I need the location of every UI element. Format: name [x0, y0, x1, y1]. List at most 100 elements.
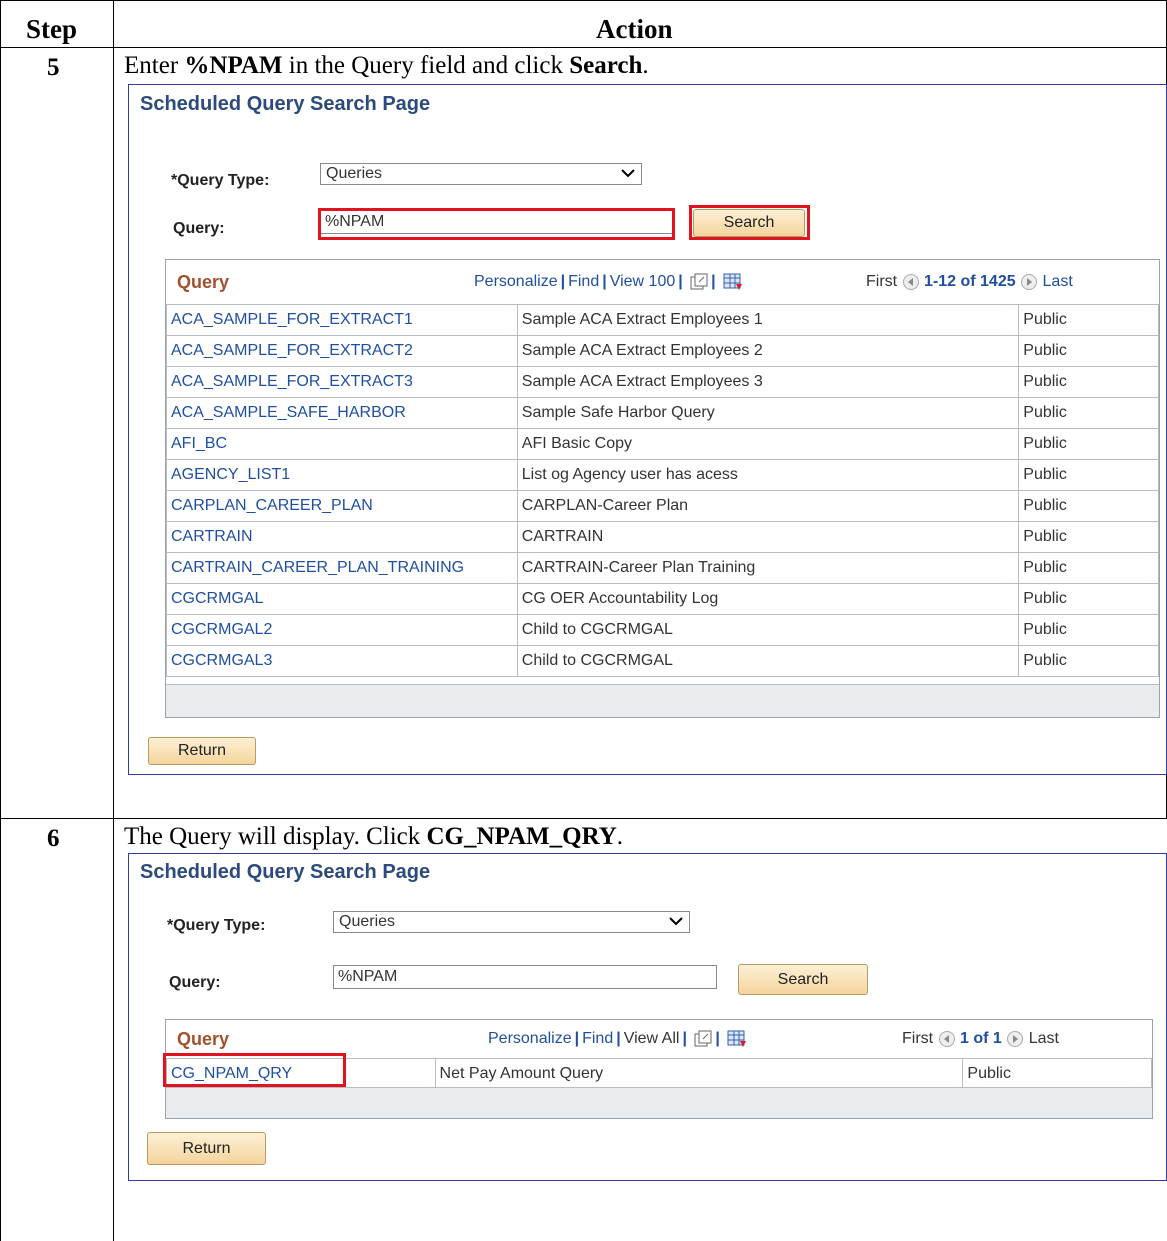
row-divider [0, 818, 1167, 819]
query-access: Public [1018, 397, 1159, 429]
query-description: List og Agency user has acess [516, 459, 1020, 491]
row-range: 1 of 1 [960, 1030, 1002, 1048]
query-label: Query: [173, 220, 225, 237]
query-name-link[interactable]: ACA_SAMPLE_FOR_EXTRACT1 [166, 304, 518, 336]
query-input[interactable]: %NPAM [320, 210, 673, 234]
query-description: Sample ACA Extract Employees 1 [516, 304, 1020, 336]
table-row: CGCRMGAL3 Child to CGCRMGAL Public [166, 645, 1159, 677]
grid-pagination: First 1-12 of 1425 Last [866, 273, 1073, 291]
first-link[interactable]: First [866, 273, 897, 290]
query-description: Child to CGCRMGAL [516, 614, 1020, 646]
query-results-grid: Query Personalize | Find | View All | | First… [165, 1019, 1153, 1119]
query-access: Public [1018, 583, 1159, 615]
query-name-link[interactable]: CARTRAIN [166, 521, 518, 553]
procedure-table: Step Action 5 Enter %NPAM in the Query f… [0, 0, 1167, 1241]
query-description: CARPLAN-Career Plan [516, 490, 1020, 522]
screenshot-panel: Scheduled Query Search Page *Query Type:… [128, 853, 1167, 1181]
table-row: CGCRMGAL CG OER Accountability Log Public [166, 583, 1159, 615]
table-row: CG_NPAM_QRY Net Pay Amount Query Public [166, 1058, 1152, 1090]
query-description: Child to CGCRMGAL [516, 645, 1020, 677]
query-name-link[interactable]: ACA_SAMPLE_FOR_EXTRACT2 [166, 335, 518, 367]
query-type-value: Queries [339, 913, 396, 930]
query-label: Query: [169, 974, 221, 991]
row-range: 1-12 of 1425 [924, 273, 1016, 291]
grid-footer [166, 1087, 1152, 1118]
previous-icon[interactable] [938, 1030, 956, 1048]
table-border-left [0, 0, 1, 1241]
query-name-link[interactable]: CG_NPAM_QRY [166, 1058, 436, 1090]
query-name-link[interactable]: AFI_BC [166, 428, 518, 460]
previous-icon[interactable] [902, 273, 920, 291]
query-name-link[interactable]: CGCRMGAL2 [166, 614, 518, 646]
query-access: Public [1018, 521, 1159, 553]
step-instruction: The Query will display. Click CG_NPAM_QR… [124, 823, 624, 850]
last-link[interactable]: Last [1029, 1030, 1059, 1047]
table-row: CARPLAN_CAREER_PLAN CARPLAN-Career Plan Pu… [166, 490, 1159, 522]
header-action: Action [596, 14, 673, 44]
return-button[interactable]: Return [148, 737, 256, 765]
personalize-link[interactable]: Personalize [474, 273, 558, 290]
query-access: Public [1018, 366, 1159, 398]
table-row: ACA_SAMPLE_FOR_EXTRACT1 Sample ACA Extrac… [166, 304, 1159, 336]
query-description: AFI Basic Copy [516, 428, 1020, 460]
new-window-icon[interactable] [694, 1030, 712, 1048]
grid-pagination: First 1 of 1 Last [902, 1030, 1059, 1048]
query-description: CG OER Accountability Log [516, 583, 1020, 615]
view-link[interactable]: View 100 [610, 273, 676, 290]
query-name-link[interactable]: CGCRMGAL [166, 583, 518, 615]
find-link[interactable]: Find [582, 1030, 613, 1047]
return-button[interactable]: Return [147, 1132, 266, 1165]
query-type-value: Queries [326, 165, 383, 182]
personalize-link[interactable]: Personalize [488, 1030, 572, 1047]
grid-footer [166, 684, 1159, 717]
table-row: CARTRAIN_CAREER_PLAN_TRAINING CARTRAIN-Ca… [166, 552, 1159, 584]
table-row: AGENCY_LIST1 List og Agency user has aces… [166, 459, 1159, 491]
query-access: Public [1018, 552, 1159, 584]
query-name-link[interactable]: ACA_SAMPLE_FOR_EXTRACT3 [166, 366, 518, 398]
query-access: Public [1018, 459, 1159, 491]
query-type-label: *Query Type: [171, 172, 270, 189]
query-access: Public [1018, 645, 1159, 677]
query-name-link[interactable]: CGCRMGAL3 [166, 645, 518, 677]
new-window-icon[interactable] [690, 273, 708, 291]
query-type-select[interactable]: Queries [333, 911, 690, 933]
query-description: Sample ACA Extract Employees 3 [516, 366, 1020, 398]
grid-title: Query [177, 1029, 230, 1049]
query-name-link[interactable]: ACA_SAMPLE_SAFE_HARBOR [166, 397, 518, 429]
query-type-label: *Query Type: [167, 917, 266, 934]
step-number: 6 [47, 825, 60, 852]
search-button[interactable]: Search [738, 964, 868, 995]
query-description: Sample ACA Extract Employees 2 [516, 335, 1020, 367]
download-grid-icon[interactable] [723, 273, 743, 291]
table-row: ACA_SAMPLE_SAFE_HARBOR Sample Safe Harbor… [166, 397, 1159, 429]
last-link[interactable]: Last [1043, 273, 1073, 290]
table-row: AFI_BC AFI Basic Copy Public [166, 428, 1159, 460]
query-type-select[interactable]: Queries [320, 163, 642, 185]
query-access: Public [1018, 335, 1159, 367]
query-access: Public [1018, 490, 1159, 522]
query-name-link[interactable]: CARPLAN_CAREER_PLAN [166, 490, 518, 522]
query-description: Sample Safe Harbor Query [516, 397, 1020, 429]
column-divider [113, 0, 114, 1241]
step-number: 5 [47, 54, 60, 81]
search-button[interactable]: Search [693, 209, 805, 237]
find-link[interactable]: Find [568, 273, 599, 290]
chevron-down-icon [621, 169, 635, 178]
query-access: Public [962, 1058, 1152, 1090]
query-name-link[interactable]: CARTRAIN_CAREER_PLAN_TRAINING [166, 552, 518, 584]
query-description: CARTRAIN-Career Plan Training [516, 552, 1020, 584]
query-input[interactable]: %NPAM [333, 965, 717, 989]
query-access: Public [1018, 614, 1159, 646]
first-link[interactable]: First [902, 1030, 933, 1047]
next-icon[interactable] [1020, 273, 1038, 291]
download-grid-icon[interactable] [727, 1030, 747, 1048]
table-row: ACA_SAMPLE_FOR_EXTRACT3 Sample ACA Extrac… [166, 366, 1159, 398]
grid-toolbar: Personalize | Find | View All | | [488, 1030, 747, 1048]
query-name-link[interactable]: AGENCY_LIST1 [166, 459, 518, 491]
view-link[interactable]: View All [624, 1030, 680, 1047]
results-table: ACA_SAMPLE_FOR_EXTRACT1 Sample ACA Extrac… [166, 304, 1159, 677]
screenshot-panel: Scheduled Query Search Page *Query Type:… [128, 84, 1167, 775]
next-icon[interactable] [1006, 1030, 1024, 1048]
query-results-grid: Query Personalize | Find | View 100 | | First… [165, 259, 1160, 718]
header-divider [0, 47, 1167, 48]
